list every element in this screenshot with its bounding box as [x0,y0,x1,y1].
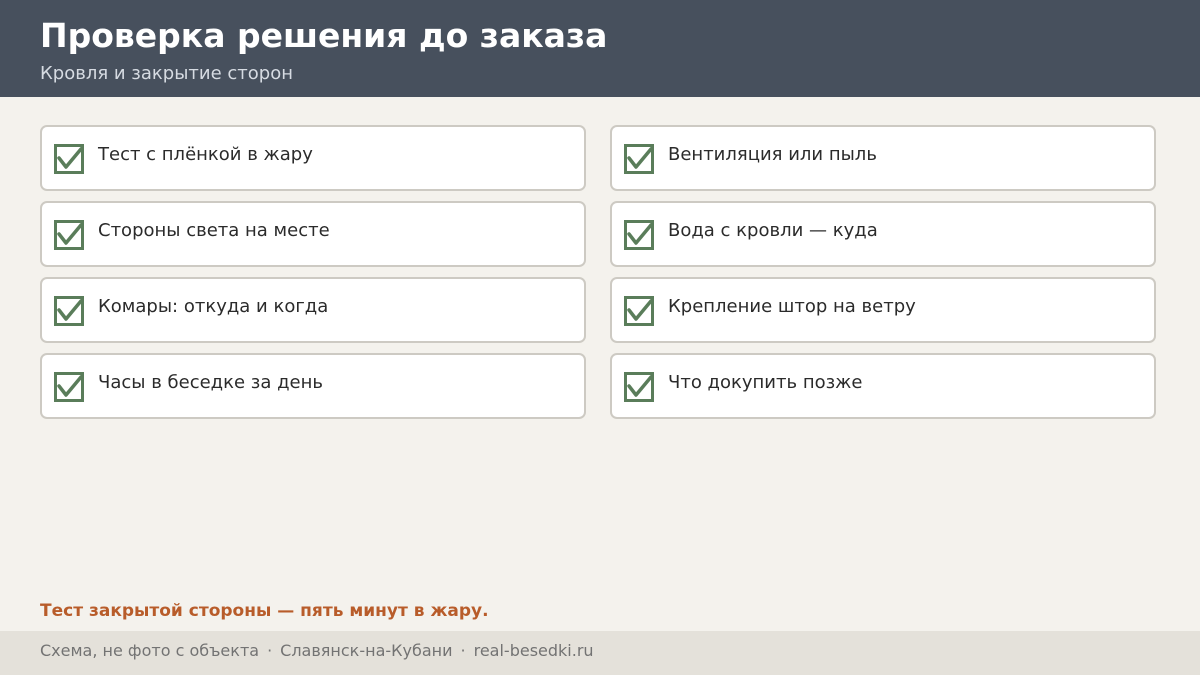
checklist-item-label: Вода с кровли — куда [668,220,878,241]
footer-bar: Схема, не фото с объекта · Славянск-на-Куб… [0,631,1200,675]
checklist-item-label: Крепление штор на ветру [668,296,916,317]
checklist-item-label: Вентиляция или пыль [668,144,877,165]
checklist-item[interactable]: Комары: откуда и когда [40,277,586,343]
checkbox-checked-icon[interactable] [624,372,654,402]
checklist-item[interactable]: Что докупить позже [610,353,1156,419]
footer-location: Славянск-на-Кубани [280,641,453,660]
checklist-grid: Тест с плёнкой в жару Вентиляция или пыл… [40,125,1156,419]
checklist-item-label: Тест с плёнкой в жару [98,144,313,165]
footer-separator: · [267,641,273,660]
checkbox-checked-icon[interactable] [624,144,654,174]
checklist-item-label: Что докупить позже [668,372,863,393]
checkbox-checked-icon[interactable] [54,372,84,402]
footer-separator: · [460,641,466,660]
checklist-item[interactable]: Стороны света на месте [40,201,586,267]
checkbox-checked-icon[interactable] [54,220,84,250]
page-title: Проверка решения до заказа [40,16,608,55]
checkbox-checked-icon[interactable] [624,296,654,326]
checklist-item[interactable]: Вентиляция или пыль [610,125,1156,191]
checklist-item-label: Часы в беседке за день [98,372,324,393]
footer-line: Схема, не фото с объекта · Славянск-на-Куб… [40,640,594,662]
checklist-item-label: Комары: откуда и когда [98,296,329,317]
checkbox-checked-icon[interactable] [624,220,654,250]
checkbox-checked-icon[interactable] [54,144,84,174]
header-bar: Проверка решения до заказа Кровля и закр… [0,0,1200,97]
footer-disclaimer: Схема, не фото с объекта [40,641,260,660]
highlight-note: Тест закрытой стороны — пять минут в жар… [40,601,489,621]
checklist-item[interactable]: Вода с кровли — куда [610,201,1156,267]
page-subtitle: Кровля и закрытие сторон [40,63,293,84]
checklist-item[interactable]: Часы в беседке за день [40,353,586,419]
checklist-item-label: Стороны света на месте [98,220,330,241]
checklist-item[interactable]: Крепление штор на ветру [610,277,1156,343]
checklist-item[interactable]: Тест с плёнкой в жару [40,125,586,191]
checkbox-checked-icon[interactable] [54,296,84,326]
footer-website: real-besedki.ru [473,641,594,660]
